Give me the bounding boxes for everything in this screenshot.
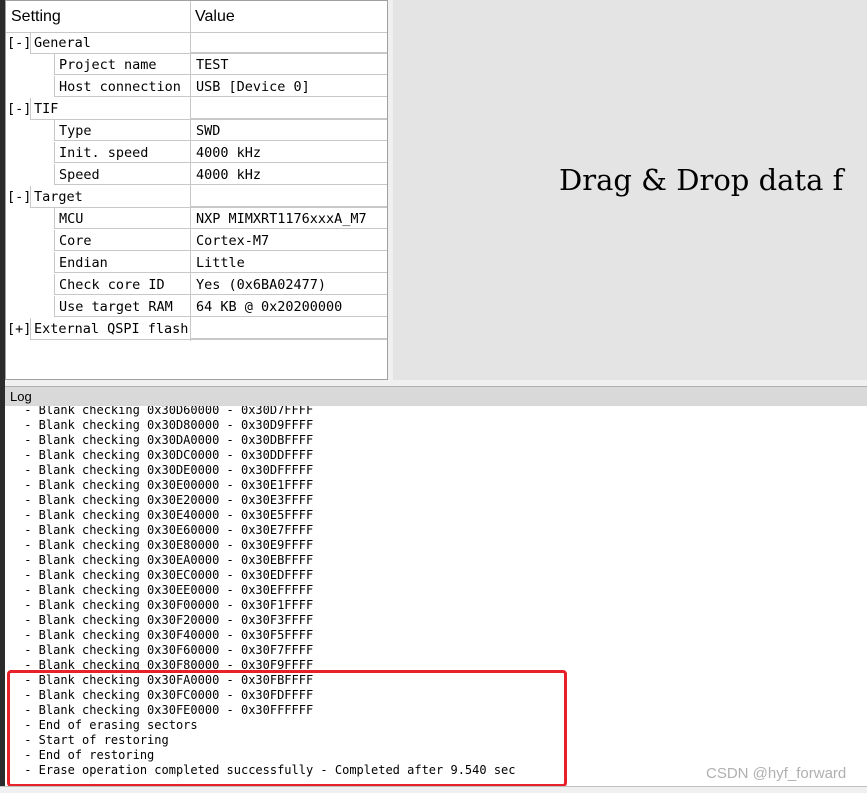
setting-name-cell: Type	[54, 120, 190, 141]
log-line: - Blank checking 0x30E20000 - 0x30E3FFFF	[17, 493, 314, 507]
group-value-cell	[190, 318, 387, 339]
log-line: - Blank checking 0x30F40000 - 0x30F5FFFF	[17, 628, 314, 642]
setting-value: Little	[196, 255, 245, 271]
setting-name: Use target RAM	[59, 299, 173, 315]
expand-collapse-toggle[interactable]: [-]	[7, 35, 31, 51]
group-label: Target	[34, 189, 83, 205]
header-value[interactable]: Value	[195, 8, 235, 26]
setting-name: MCU	[59, 211, 84, 227]
row-divider	[30, 186, 31, 208]
setting-name: Host connection	[59, 79, 181, 95]
log-line: - Blank checking 0x30E80000 - 0x30E9FFFF	[17, 538, 314, 552]
log-line: - Blank checking 0x30EE0000 - 0x30EFFFFF	[17, 583, 314, 597]
group-value-cell	[190, 32, 387, 53]
settings-table: Setting Value [-] General Project name TEST…	[5, 0, 388, 380]
log-title: Log	[10, 389, 32, 404]
setting-name: Endian	[59, 255, 108, 271]
settings-item-row[interactable]: Init. speed 4000 kHz	[6, 142, 387, 164]
header-setting[interactable]: Setting	[11, 8, 61, 26]
settings-item-row[interactable]: MCU NXP MIMXRT1176xxxA_M7	[6, 208, 387, 230]
row-divider	[30, 339, 387, 340]
row-divider	[30, 318, 31, 340]
setting-value-cell[interactable]: 4000 kHz	[190, 142, 387, 163]
setting-value: TEST	[196, 57, 229, 73]
settings-item-row[interactable]: Endian Little	[6, 252, 387, 274]
setting-name-cell: Check core ID	[54, 274, 190, 295]
highlight-annotation-box	[7, 670, 567, 787]
group-label: External QSPI flash	[34, 321, 189, 337]
row-divider	[30, 32, 31, 54]
setting-name: Project name	[59, 57, 157, 73]
log-line: - Blank checking 0x30D80000 - 0x30D9FFFF	[17, 418, 314, 432]
group-value-cell	[190, 98, 387, 119]
setting-name: Core	[59, 233, 92, 249]
drag-drop-text: Drag & Drop data f	[559, 163, 844, 197]
log-line: - Blank checking 0x30E40000 - 0x30E5FFFF	[17, 508, 314, 522]
setting-value-cell[interactable]: USB [Device 0]	[190, 76, 387, 97]
settings-header: Setting Value	[6, 1, 387, 33]
settings-item-row[interactable]: Use target RAM 64 KB @ 0x20200000	[6, 296, 387, 318]
row-divider	[30, 98, 31, 120]
settings-item-row[interactable]: Speed 4000 kHz	[6, 164, 387, 186]
expand-collapse-toggle[interactable]: [+]	[7, 321, 31, 337]
settings-item-row[interactable]: Host connection USB [Device 0]	[6, 76, 387, 98]
log-line: - Blank checking 0x30F00000 - 0x30F1FFFF	[17, 598, 314, 612]
log-line: - Blank checking 0x30EA0000 - 0x30EBFFFF	[17, 553, 314, 567]
setting-value: Yes (0x6BA02477)	[196, 277, 327, 293]
setting-name-cell: MCU	[54, 208, 190, 229]
log-title-bar: Log	[5, 386, 867, 407]
setting-name-cell: Use target RAM	[54, 296, 190, 317]
setting-value-cell[interactable]: NXP MIMXRT1176xxxA_M7	[190, 208, 387, 229]
log-line: - Blank checking 0x30DC0000 - 0x30DDFFFF	[17, 448, 314, 462]
setting-value-cell[interactable]: 4000 kHz	[190, 164, 387, 185]
setting-value: USB [Device 0]	[196, 79, 310, 95]
setting-value: SWD	[196, 123, 221, 139]
setting-value-cell[interactable]: Little	[190, 252, 387, 273]
setting-value-cell[interactable]: Yes (0x6BA02477)	[190, 274, 387, 295]
settings-item-row[interactable]: Check core ID Yes (0x6BA02477)	[6, 274, 387, 296]
setting-value: 4000 kHz	[196, 145, 262, 161]
setting-value: NXP MIMXRT1176xxxA_M7	[196, 211, 367, 227]
log-line: - Blank checking 0x30DE0000 - 0x30DFFFFF	[17, 463, 314, 477]
group-value-cell	[190, 186, 387, 207]
log-line: - Blank checking 0x30E60000 - 0x30E7FFFF	[17, 523, 314, 537]
settings-item-row[interactable]: Project name TEST	[6, 54, 387, 76]
setting-name-cell: Host connection	[54, 76, 190, 97]
expand-collapse-toggle[interactable]: [-]	[7, 101, 31, 117]
settings-group-row[interactable]: [-] Target	[6, 186, 387, 208]
settings-group-row[interactable]: [+] External QSPI flash	[6, 318, 387, 340]
setting-name: Type	[59, 123, 92, 139]
log-line: - Blank checking 0x30F20000 - 0x30F3FFFF	[17, 613, 314, 627]
setting-name-cell: Endian	[54, 252, 190, 273]
settings-group-row[interactable]: [-] TIF	[6, 98, 387, 120]
setting-value: Cortex-M7	[196, 233, 270, 249]
setting-name-cell: Init. speed	[54, 142, 190, 163]
setting-name-cell: Core	[54, 230, 190, 251]
setting-name: Check core ID	[59, 277, 165, 293]
setting-value-cell[interactable]: Cortex-M7	[190, 230, 387, 251]
log-line: - Blank checking 0x30D60000 - 0x30D7FFFF	[17, 406, 314, 417]
log-line: - Blank checking 0x30E00000 - 0x30E1FFFF	[17, 478, 314, 492]
setting-value: 4000 kHz	[196, 167, 262, 183]
setting-value-cell[interactable]: SWD	[190, 120, 387, 141]
setting-value: 64 KB @ 0x20200000	[196, 299, 343, 315]
setting-name-cell: Speed	[54, 164, 190, 185]
group-label: General	[34, 35, 91, 51]
log-line: - Blank checking 0x30F60000 - 0x30F7FFFF	[17, 643, 314, 657]
settings-item-row[interactable]: Type SWD	[6, 120, 387, 142]
log-line: - Blank checking 0x30EC0000 - 0x30EDFFFF	[17, 568, 314, 582]
watermark: CSDN @hyf_forward	[706, 765, 847, 782]
settings-item-row[interactable]: Core Cortex-M7	[6, 230, 387, 252]
drag-drop-area[interactable]: Drag & Drop data f	[393, 0, 867, 380]
setting-name: Init. speed	[59, 145, 149, 161]
setting-name-cell: Project name	[54, 54, 190, 75]
group-label: TIF	[34, 101, 59, 117]
setting-value-cell[interactable]: TEST	[190, 54, 387, 75]
setting-value-cell[interactable]: 64 KB @ 0x20200000	[190, 296, 387, 317]
expand-collapse-toggle[interactable]: [-]	[7, 189, 31, 205]
log-line: - Blank checking 0x30DA0000 - 0x30DBFFFF	[17, 433, 314, 447]
setting-name: Speed	[59, 167, 100, 183]
settings-group-row[interactable]: [-] General	[6, 32, 387, 54]
